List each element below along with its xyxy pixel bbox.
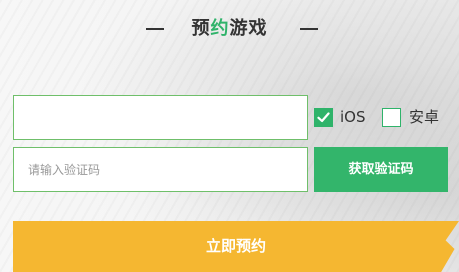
check-icon [317, 112, 330, 123]
title-text-1: 预 [191, 18, 211, 39]
section-title: 预约游戏 [0, 16, 459, 42]
android-label: 安卓 [409, 108, 440, 126]
title-text-2: 游戏 [229, 18, 268, 39]
section-header: 预约游戏 [0, 16, 459, 42]
android-checkbox[interactable] [382, 108, 401, 127]
reserve-now-button[interactable]: 立即预约 [13, 221, 459, 272]
ios-label: iOS [340, 108, 366, 126]
title-divider-right [300, 28, 318, 30]
title-text-accent: 约 [210, 18, 230, 39]
ios-checkbox[interactable] [314, 108, 333, 127]
phone-input[interactable] [13, 95, 308, 140]
verification-code-input[interactable] [13, 147, 308, 192]
get-code-button[interactable]: 获取验证码 [314, 147, 448, 192]
